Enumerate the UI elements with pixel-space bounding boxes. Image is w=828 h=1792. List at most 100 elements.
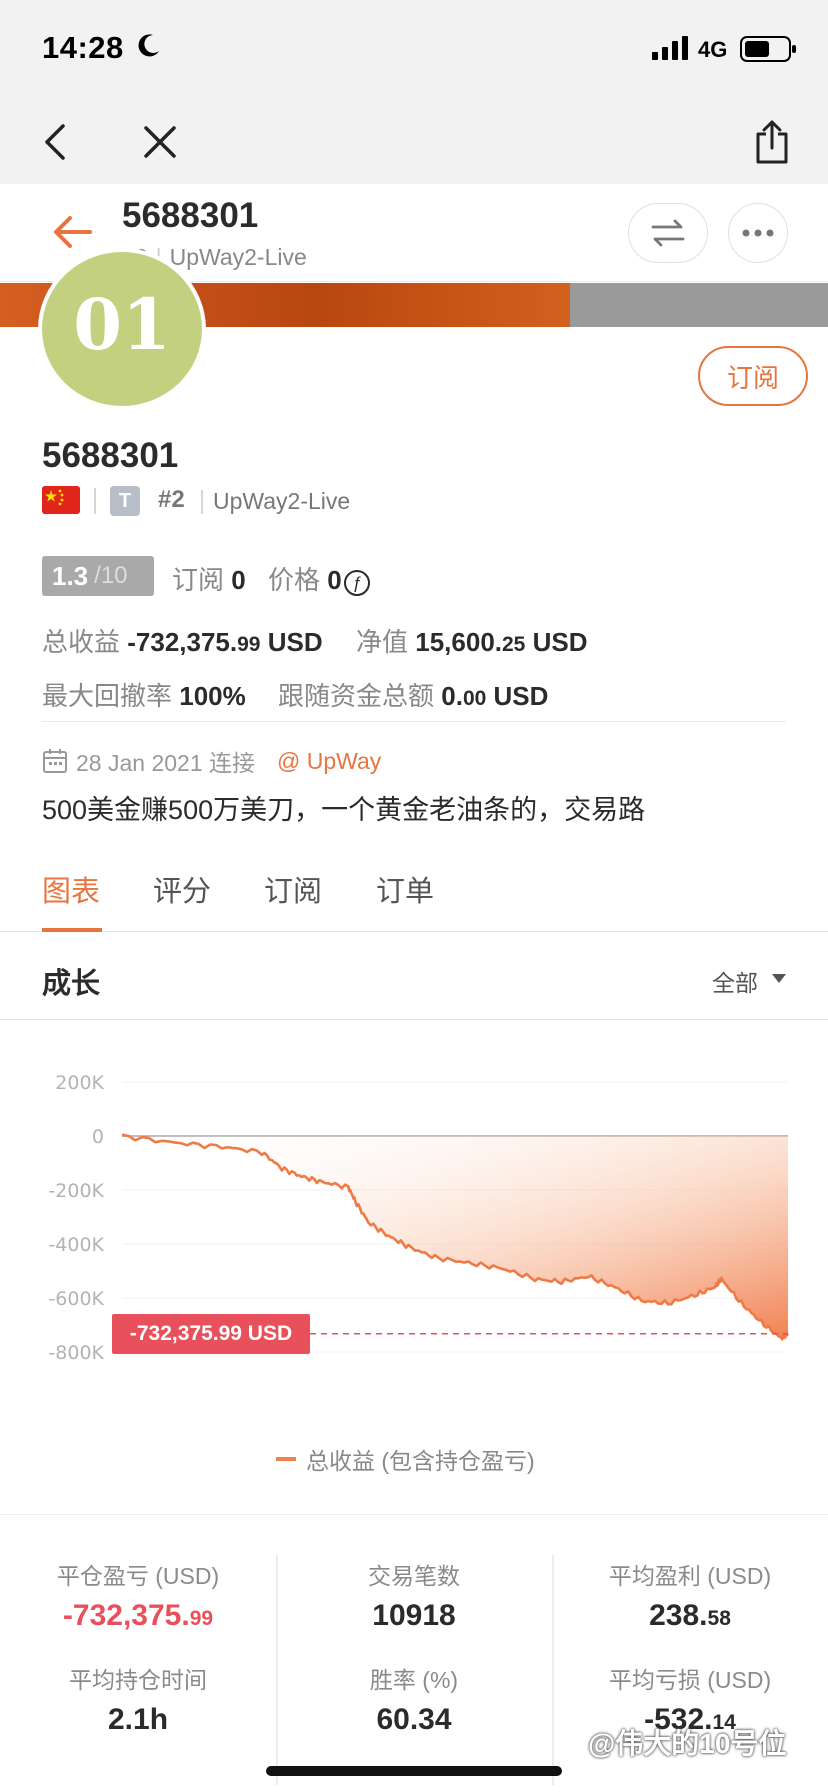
tab-orders[interactable]: 订单: [376, 868, 434, 910]
currency-f-icon: ƒ: [343, 570, 370, 596]
y-tick-label: -600K: [48, 1288, 104, 1310]
follow-funds-unit: USD: [486, 681, 549, 711]
tab-rating[interactable]: 评分: [153, 868, 211, 910]
profile-server: UpWay2-Live: [213, 488, 351, 514]
max-drawdown: 最大回撤率 100%: [42, 676, 246, 713]
avg-profit-value: 238.58: [552, 1599, 828, 1633]
section-title: 成长: [42, 968, 101, 1000]
close-pl-label: 平仓盈亏 (USD): [56, 1563, 220, 1589]
battery-icon: [740, 36, 796, 62]
broker-link[interactable]: @ UpWay: [277, 748, 381, 775]
banner-photo: [570, 283, 828, 327]
divider: [42, 721, 786, 722]
moon-icon: [138, 34, 159, 57]
avg-hold-label: 平均持仓时间: [69, 1667, 207, 1693]
trades-label: 交易笔数: [368, 1563, 460, 1589]
avg-hold-cell: 平均持仓时间 2.1h: [0, 1661, 276, 1737]
last-value-label: -732,375.99 USD: [112, 1314, 310, 1354]
connection-date: 28 Jan 2021 连接: [76, 750, 256, 776]
divider: [94, 488, 96, 514]
more-icon: [742, 229, 774, 237]
equity-main: 15,600.: [415, 627, 502, 657]
share-icon: [756, 120, 788, 164]
back-button[interactable]: [28, 116, 80, 168]
avatar: 01: [38, 248, 206, 410]
price: 价格 0ƒ: [268, 560, 370, 597]
header-server: UpWay2-Live: [169, 244, 307, 270]
arrow-left-icon[interactable]: [48, 210, 96, 254]
swap-icon: [651, 219, 685, 247]
compare-button[interactable]: [628, 203, 708, 263]
y-tick-label: -800K: [48, 1342, 104, 1360]
t-badge: T: [110, 486, 140, 516]
growth-section-header: 成长 全部: [0, 934, 828, 1020]
y-tick-label: 0: [92, 1126, 104, 1148]
avatar-text: 01: [73, 282, 171, 366]
active-tab-indicator: [42, 928, 102, 932]
home-indicator[interactable]: [266, 1766, 562, 1776]
tab-subscriptions[interactable]: 订阅: [264, 868, 322, 910]
strategy-description: 500美金赚500万美刀，一个黄金老油条的，交易路: [42, 795, 646, 825]
score-badge: 1.3/10: [42, 556, 154, 596]
follow-funds-main: 0.: [441, 681, 463, 711]
share-button[interactable]: [746, 116, 798, 168]
watermark: @伟大的10号位: [588, 1728, 787, 1759]
legend-label: 总收益 (包含持仓盈亏): [306, 1448, 535, 1474]
avg-profit-dec: 58: [707, 1607, 731, 1630]
page-title: 5688301: [122, 196, 259, 235]
equity-dec: 25: [502, 633, 526, 656]
tab-bar: 图表 评分 订阅 订单: [0, 858, 828, 932]
max-drawdown-label: 最大回撤率: [42, 681, 173, 711]
avg-profit-label: 平均盈利 (USD): [608, 1563, 772, 1589]
price-label: 价格: [268, 565, 321, 595]
growth-chart: 200K0-200K-400K-600K-800K 01 Dec01 Apr21…: [48, 1072, 790, 1360]
profile-rank: #2: [158, 486, 185, 513]
more-button[interactable]: [728, 203, 788, 263]
trades-cell: 交易笔数 10918: [276, 1557, 552, 1633]
y-tick-label: -400K: [48, 1234, 104, 1256]
browser-nav-bar: [0, 96, 828, 184]
y-tick-label: -200K: [48, 1180, 104, 1202]
close-icon: [144, 126, 176, 158]
signal-icon: [652, 36, 688, 60]
trades-value: 10918: [372, 1599, 456, 1632]
range-dropdown[interactable]: 全部: [712, 964, 758, 998]
follow-funds: 跟随资金总额 0.00 USD: [278, 676, 548, 713]
profile-name: 5688301: [42, 436, 179, 475]
chevron-down-icon[interactable]: [772, 974, 786, 983]
china-flag-icon: [42, 486, 80, 514]
legend-swatch: [276, 1457, 296, 1461]
divider: [201, 490, 203, 514]
close-pl-dec: 99: [189, 1607, 214, 1630]
close-button[interactable]: [134, 116, 186, 168]
calendar-icon: [43, 749, 67, 773]
total-profit-label: 总收益: [42, 627, 121, 657]
connection-info: 28 Jan 2021 连接 @ UpWay: [42, 744, 381, 778]
price-value: 0: [327, 565, 342, 595]
status-time: 14:28: [42, 30, 124, 65]
total-profit-dec: 99: [237, 633, 261, 656]
win-rate-cell: 胜率 (%) 60.34: [276, 1661, 552, 1737]
subscribe-button[interactable]: 订阅: [698, 346, 808, 406]
close-pl-cell: 平仓盈亏 (USD) -732,375.99: [0, 1557, 276, 1633]
avg-profit-cell: 平均盈利 (USD) 238.58: [552, 1557, 828, 1633]
total-profit-main: -732,375.: [127, 627, 238, 657]
total-profit-unit: USD: [260, 627, 323, 657]
score-max: /10: [94, 562, 128, 589]
max-drawdown-value: 100%: [179, 681, 246, 711]
network-type: 4G: [698, 37, 728, 62]
score-value: 1.3: [52, 560, 89, 591]
follow-funds-dec: 00: [462, 687, 487, 710]
chart-legend: 总收益 (包含持仓盈亏): [276, 1442, 535, 1476]
avg-hold-value: 2.1h: [107, 1703, 169, 1736]
equity-label: 净值: [356, 627, 409, 657]
equity: 净值 15,600.25 USD: [356, 622, 587, 659]
y-tick-label: 200K: [55, 1072, 104, 1094]
close-pl-main: -732,375.: [62, 1599, 190, 1632]
subscriptions-value: 0: [231, 565, 246, 595]
subscriptions-count: 订阅 0: [172, 560, 246, 597]
avg-loss-label: 平均亏损 (USD): [608, 1667, 772, 1693]
avg-profit-main: 238.: [649, 1599, 708, 1632]
tab-chart[interactable]: 图表: [42, 868, 100, 910]
subscriptions-label: 订阅: [172, 565, 225, 595]
